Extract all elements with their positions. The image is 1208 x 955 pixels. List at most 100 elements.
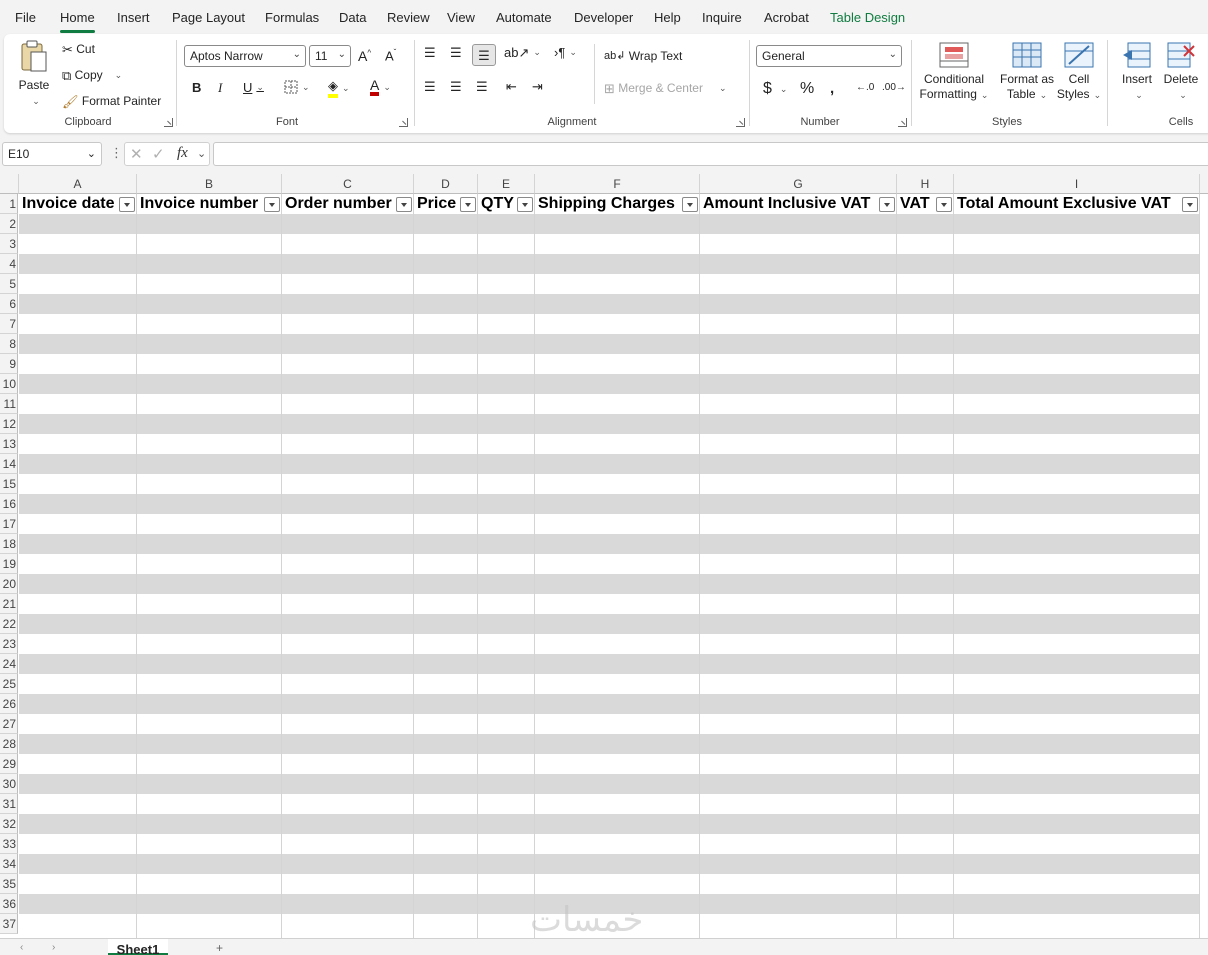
row-header[interactable]: 18: [0, 534, 18, 554]
table-row[interactable]: [19, 534, 1200, 554]
table-row[interactable]: [19, 274, 1200, 294]
row-header[interactable]: 4: [0, 254, 18, 274]
formula-input[interactable]: [213, 142, 1208, 166]
font-name-select[interactable]: Aptos Narrow ⌄: [184, 45, 306, 67]
conditional-formatting-button[interactable]: Conditional Formatting ⌄: [916, 42, 992, 103]
row-header[interactable]: 3: [0, 234, 18, 254]
tab-page-layout[interactable]: Page Layout: [172, 10, 245, 25]
column-header[interactable]: D: [414, 174, 478, 194]
row-header[interactable]: 27: [0, 714, 18, 734]
filter-dropdown-icon[interactable]: [879, 197, 895, 212]
tab-home[interactable]: Home: [60, 10, 95, 33]
format-as-table-button[interactable]: Format as Table ⌄: [994, 42, 1060, 103]
tab-data[interactable]: Data: [339, 10, 366, 25]
row-header[interactable]: 2: [0, 214, 18, 234]
row-header[interactable]: 7: [0, 314, 18, 334]
filter-dropdown-icon[interactable]: [517, 197, 533, 212]
decrease-indent-button[interactable]: ⇤: [506, 80, 517, 93]
merge-center-button[interactable]: ⊞ Merge & Center ⌄: [604, 81, 727, 95]
table-row[interactable]: [19, 754, 1200, 774]
table-row[interactable]: [19, 774, 1200, 794]
tab-table-design[interactable]: Table Design: [830, 10, 905, 25]
decrease-decimal-button[interactable]: .00→: [882, 82, 906, 93]
insert-function-button[interactable]: fx: [177, 145, 188, 162]
table-row[interactable]: [19, 474, 1200, 494]
tab-insert[interactable]: Insert: [117, 10, 150, 25]
format-painter-button[interactable]: 🖌 Format Painter: [62, 94, 161, 108]
tab-inquire[interactable]: Inquire: [702, 10, 742, 25]
tab-help[interactable]: Help: [654, 10, 681, 25]
scroll-left-icon[interactable]: ‹: [20, 942, 23, 953]
increase-font-button[interactable]: A^: [358, 48, 371, 64]
tab-automate[interactable]: Automate: [496, 10, 552, 25]
table-row[interactable]: [19, 814, 1200, 834]
filter-dropdown-icon[interactable]: [396, 197, 412, 212]
row-header[interactable]: 21: [0, 594, 18, 614]
row-header[interactable]: 22: [0, 614, 18, 634]
filter-dropdown-icon[interactable]: [1182, 197, 1198, 212]
row-header[interactable]: 26: [0, 694, 18, 714]
table-row[interactable]: [19, 834, 1200, 854]
table-header-order-number[interactable]: Order number: [282, 194, 394, 214]
table-row[interactable]: [19, 734, 1200, 754]
table-row[interactable]: [19, 354, 1200, 374]
table-row[interactable]: [19, 854, 1200, 874]
table-row[interactable]: [19, 574, 1200, 594]
table-header-invoice-number[interactable]: Invoice number: [137, 194, 263, 214]
spreadsheet-grid[interactable]: A B C D E F G H I 1 2 3 4 5 6 7 8 9 10 11 12 13 14 15 1…: [0, 174, 1208, 938]
row-header[interactable]: 28: [0, 734, 18, 754]
row-header[interactable]: 24: [0, 654, 18, 674]
column-header[interactable]: H: [897, 174, 954, 194]
filter-dropdown-icon[interactable]: [460, 197, 476, 212]
align-center-button[interactable]: ☰: [450, 80, 462, 93]
row-header[interactable]: 29: [0, 754, 18, 774]
column-header[interactable]: I: [954, 174, 1200, 194]
name-box[interactable]: E10 ⌄: [2, 142, 102, 166]
row-header[interactable]: 5: [0, 274, 18, 294]
currency-button[interactable]: $ ⌄: [763, 80, 787, 98]
table-row[interactable]: [19, 634, 1200, 654]
sheet-tab[interactable]: Sheet1: [108, 939, 168, 955]
italic-button[interactable]: I: [218, 80, 222, 96]
decrease-font-button[interactable]: Aˇ: [385, 48, 396, 63]
table-header-price[interactable]: Price: [414, 194, 460, 214]
text-direction-button[interactable]: ›¶ ⌄: [554, 46, 577, 59]
table-row[interactable]: [19, 794, 1200, 814]
table-row[interactable]: [19, 254, 1200, 274]
number-launcher-icon[interactable]: [898, 118, 907, 127]
table-row[interactable]: [19, 294, 1200, 314]
font-launcher-icon[interactable]: [399, 118, 408, 127]
borders-button[interactable]: ⌄: [284, 80, 310, 94]
tab-acrobat[interactable]: Acrobat: [764, 10, 809, 25]
column-header[interactable]: C: [282, 174, 414, 194]
add-sheet-icon[interactable]: +: [216, 941, 223, 955]
row-header[interactable]: 20: [0, 574, 18, 594]
wrap-text-button[interactable]: ab↲ Wrap Text: [604, 49, 682, 63]
tab-formulas[interactable]: Formulas: [265, 10, 319, 25]
bold-button[interactable]: B: [192, 80, 201, 95]
tab-review[interactable]: Review: [387, 10, 430, 25]
table-header-total-amount-exclusive-vat[interactable]: Total Amount Exclusive VAT: [954, 194, 1180, 214]
column-header[interactable]: F: [535, 174, 700, 194]
row-header[interactable]: 23: [0, 634, 18, 654]
row-header[interactable]: 34: [0, 854, 18, 874]
align-left-button[interactable]: ☰: [424, 80, 436, 93]
row-header[interactable]: 31: [0, 794, 18, 814]
filter-dropdown-icon[interactable]: [264, 197, 280, 212]
alignment-launcher-icon[interactable]: [736, 118, 745, 127]
row-header[interactable]: 8: [0, 334, 18, 354]
more-options-icon[interactable]: ⋮: [110, 145, 123, 161]
align-bottom-button[interactable]: ☰: [472, 44, 496, 66]
comma-button[interactable]: ,: [830, 80, 834, 97]
align-middle-button[interactable]: ☰: [450, 46, 462, 59]
row-header[interactable]: 10: [0, 374, 18, 394]
row-header[interactable]: 19: [0, 554, 18, 574]
row-header[interactable]: 17: [0, 514, 18, 534]
column-header[interactable]: B: [137, 174, 282, 194]
row-header[interactable]: 11: [0, 394, 18, 414]
table-row[interactable]: [19, 594, 1200, 614]
table-header-amount-inclusive-vat[interactable]: Amount Inclusive VAT: [700, 194, 878, 214]
insert-cells-button[interactable]: Insert ⌄: [1116, 42, 1158, 103]
table-row[interactable]: [19, 434, 1200, 454]
underline-button[interactable]: U ⌄: [243, 80, 264, 95]
